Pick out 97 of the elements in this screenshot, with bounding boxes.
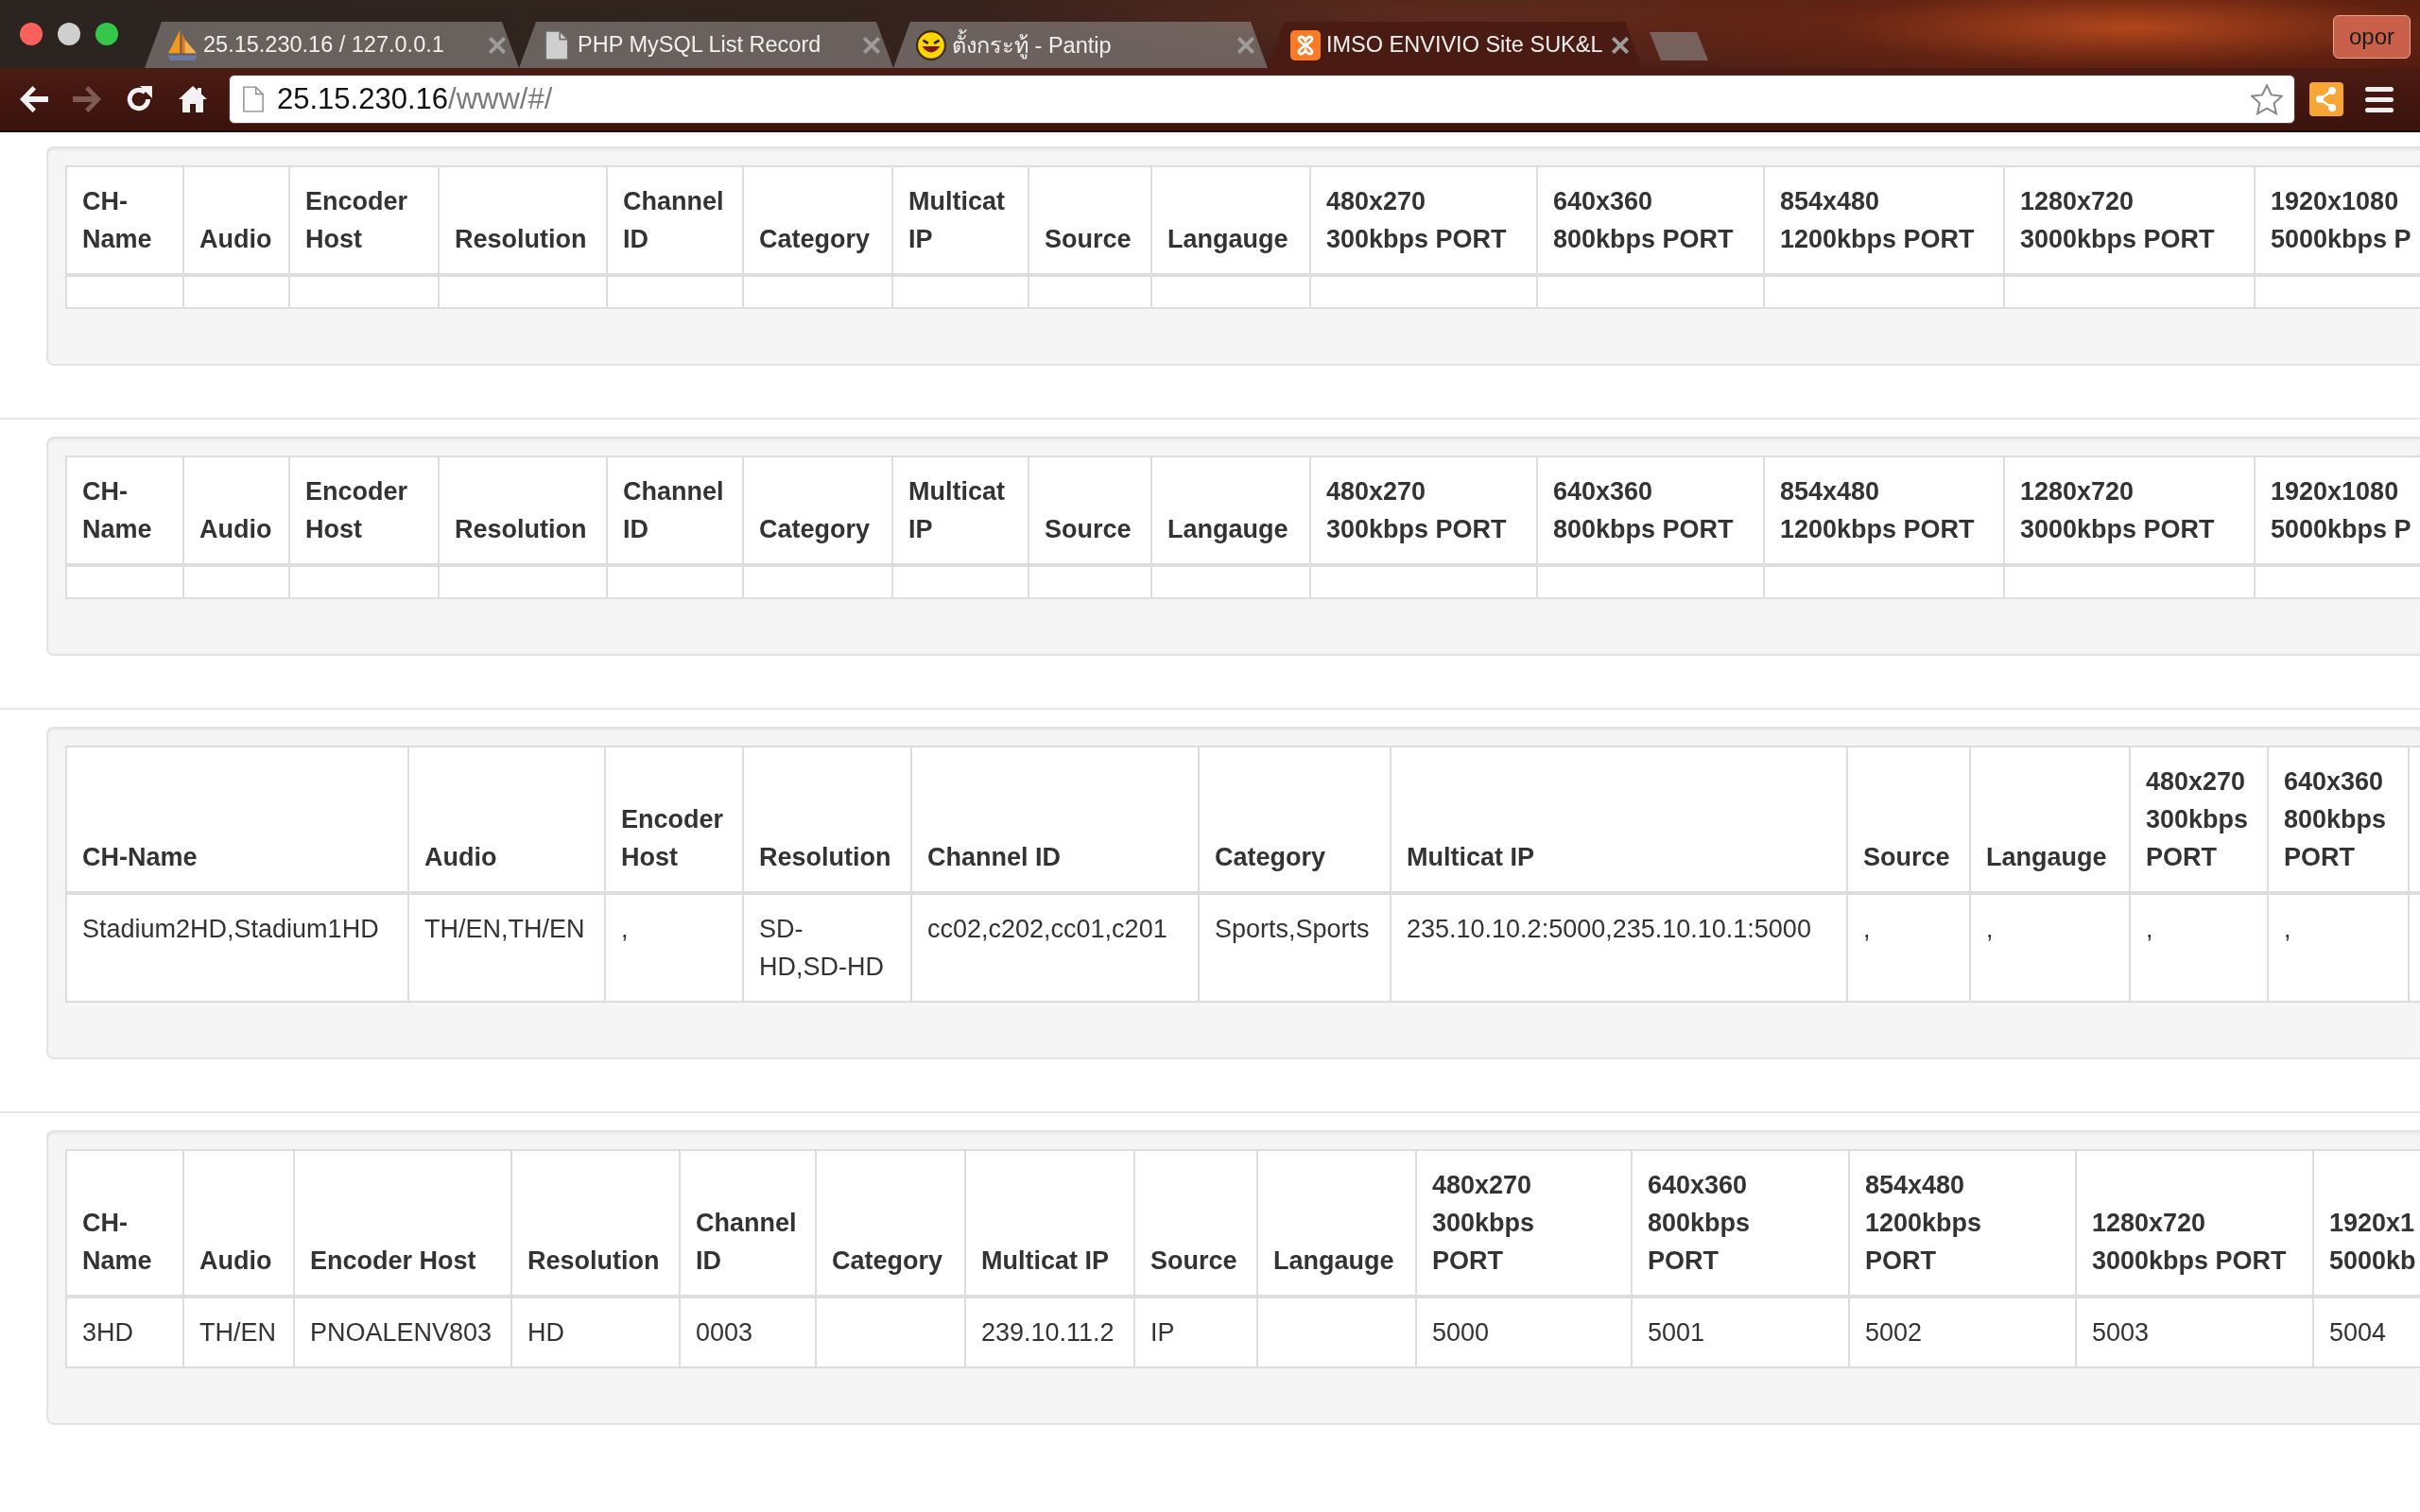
column-header: 640x360 800kbps PORT — [2268, 747, 2409, 893]
column-header: Source — [1134, 1150, 1257, 1297]
column-header: Channel ID — [607, 166, 743, 275]
column-header: Audio — [183, 1150, 294, 1297]
minimize-window-button[interactable] — [58, 23, 80, 45]
arrow-left-icon — [20, 86, 48, 112]
column-header: Channel ID — [911, 747, 1199, 893]
column-header: Encoder Host — [289, 166, 439, 275]
table-cell: , — [605, 893, 743, 1002]
table-cell: 5002 — [1849, 1297, 2076, 1367]
smiley-icon — [916, 29, 946, 60]
column-header: Encoder Host — [605, 747, 743, 893]
table-cell: TH/EN,TH/EN — [408, 893, 605, 1002]
column-header: CH-Name — [66, 747, 408, 893]
page-icon — [243, 86, 264, 112]
table-cell: 5000 — [1416, 1297, 1632, 1367]
column-header: Langauge — [1151, 166, 1310, 275]
table-cell: PNOALENV803 — [294, 1297, 511, 1367]
column-header: 480x270 300kbps PORT — [1310, 456, 1537, 565]
table-cell: 5001 — [1632, 1297, 1849, 1367]
column-header: 1280x720 3000kbps PORT — [2004, 166, 2255, 275]
page-icon — [542, 29, 572, 60]
sailboat-icon — [167, 29, 198, 60]
column-header: CH-Name — [66, 166, 183, 275]
menu-icon — [2365, 86, 2394, 112]
column-header: Encoder Host — [289, 456, 439, 565]
table-cell: IP — [1134, 1297, 1257, 1367]
table-cell: TH/EN — [183, 1297, 294, 1367]
column-header: Source — [1847, 747, 1970, 893]
column-header: Category — [743, 166, 892, 275]
browser-tab[interactable]: IMSO ENVIVIO Site SUK&L — [1268, 22, 1642, 68]
table-cell: cc02,c202,cc01,c201 — [911, 893, 1199, 1002]
column-header: CH-Name — [66, 456, 183, 565]
column-header: 640x360 800kbps PORT — [1537, 456, 1764, 565]
column-header: Multicat IP — [892, 456, 1028, 565]
table-cell: Stadium2HD,Stadium1HD — [66, 893, 408, 1002]
table-cell: Sports,Sports — [1199, 893, 1391, 1002]
column-header: 640x360 800kbps PORT — [1537, 166, 1764, 275]
column-header: Resolution — [439, 166, 607, 275]
address-bar[interactable]: 25.15.230.16/www/#/ — [229, 75, 2295, 124]
table-cell: , — [1970, 893, 2130, 1002]
table-cell: , — [1847, 893, 1970, 1002]
column-header: 1920x1 5000kb — [2313, 1150, 2420, 1297]
column-header: 854x480 1200kbps PORT — [1764, 456, 2004, 565]
column-header: 854x480 1200kbps PORT — [1764, 166, 2004, 275]
profile-button[interactable]: opor — [2332, 15, 2411, 59]
share-nodes-icon — [2309, 82, 2343, 116]
column-header: Langauge — [1257, 1150, 1416, 1297]
column-header: Multicat IP — [1391, 747, 1847, 893]
zoom-window-button[interactable] — [95, 23, 118, 45]
browser-tab[interactable]: ตั้งกระทู้ - Pantip — [893, 22, 1268, 68]
column-header: 854x480 1200kbps PORT — [1849, 1150, 2076, 1297]
column-header: Multicat IP — [892, 166, 1028, 275]
column-header: Source — [1028, 166, 1151, 275]
column-header: Audio — [183, 166, 289, 275]
close-window-button[interactable] — [20, 23, 43, 45]
close-icon[interactable] — [1612, 36, 1629, 54]
column-header: 1280x720 3000kbps PORT — [2076, 1150, 2313, 1297]
column-header: 1920x1080 5000kbps P — [2255, 166, 2420, 275]
column-header: Audio — [408, 747, 605, 893]
table-cell: , — [2130, 893, 2268, 1002]
table-cell: 5003 — [2076, 1297, 2313, 1367]
column-header: Resolution — [511, 1150, 680, 1297]
table-cell: HD — [511, 1297, 680, 1367]
column-header: Multicat IP — [965, 1150, 1134, 1297]
reload-icon — [126, 86, 154, 112]
column-header: 1920x1080 5000kbps P — [2255, 456, 2420, 565]
column-header: Category — [743, 456, 892, 565]
column-header: Langauge — [1970, 747, 2130, 893]
column-header: Channel ID — [680, 1150, 816, 1297]
table-cell: 239.10.11.2 — [965, 1297, 1134, 1367]
table-cell: 3HD — [66, 1297, 183, 1367]
column-header: CH-Name — [66, 1150, 183, 1297]
column-header: Category — [1199, 747, 1391, 893]
star-icon[interactable] — [2251, 83, 2283, 115]
column-header: 480x270 300kbps PORT — [2130, 747, 2268, 893]
column-header: Category — [816, 1150, 965, 1297]
column-header: 640x360 800kbps PORT — [1632, 1150, 1849, 1297]
home-icon — [179, 86, 207, 112]
column-header: 1280x720 3000kbps PORT — [2004, 456, 2255, 565]
column-header: Encoder Host — [294, 1150, 511, 1297]
table-cell: 0003 — [680, 1297, 816, 1367]
column-header: 480x270 300kbps PORT — [1310, 166, 1537, 275]
column-header: Audio — [183, 456, 289, 565]
column-header: Resolution — [439, 456, 607, 565]
arrow-right-icon — [73, 86, 101, 112]
column-header: Langauge — [1151, 456, 1310, 565]
column-header: Channel ID — [607, 456, 743, 565]
column-header: Resolution — [743, 747, 911, 893]
browser-tab[interactable]: PHP MySQL List Record — [519, 22, 893, 68]
column-header: Source — [1028, 456, 1151, 565]
browser-tab[interactable]: 25.15.230.16 / 127.0.0.1 — [145, 22, 519, 68]
app-logo-icon — [1290, 29, 1321, 60]
column-header: 480x270 300kbps PORT — [1416, 1150, 1632, 1297]
table-cell: , — [2268, 893, 2409, 1002]
table-cell: SD-HD,SD-HD — [743, 893, 911, 1002]
table-cell: 235.10.10.2:5000,235.10.10.1:5000 — [1391, 893, 1847, 1002]
